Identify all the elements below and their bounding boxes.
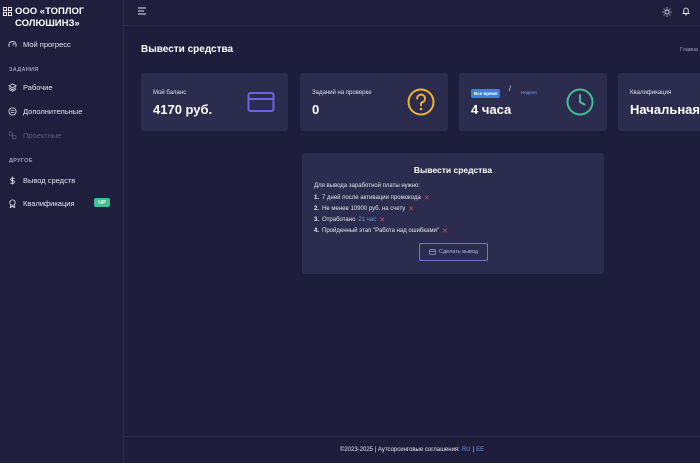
- sidebar-item-label: Мой прогресс: [23, 39, 71, 49]
- hours-value: 21 час: [358, 217, 377, 223]
- sidebar-item-qualification[interactable]: Квалификация: [8, 197, 75, 209]
- balance-value: 4170 руб.: [153, 102, 213, 117]
- time-value: 4 часа: [471, 102, 512, 117]
- requirement-number: 2.: [314, 206, 320, 212]
- x-icon: ✕: [408, 206, 415, 213]
- requirement-text: Отработано: [322, 217, 356, 223]
- project-icon: [8, 130, 17, 140]
- panel-intro: Для вывода заработной платы нужно:: [314, 183, 421, 189]
- breadcrumb[interactable]: Главна: [680, 47, 698, 53]
- requirement-text: Пройденный этап "Работа над ошибками": [322, 228, 440, 234]
- section-label-other: ДРУГОЕ: [9, 158, 33, 164]
- clock-icon: [566, 88, 594, 116]
- requirement-number: 4.: [314, 228, 320, 234]
- x-icon: ✕: [379, 217, 386, 224]
- dollar-icon: [10, 175, 15, 185]
- award-icon: [9, 198, 16, 208]
- grid-icon: [3, 7, 12, 16]
- x-icon: ✕: [442, 228, 448, 235]
- withdraw-button[interactable]: Сделать вывод: [419, 243, 488, 261]
- page-title: Вывести средства: [141, 44, 234, 55]
- section-label-tasks: ЗАДАНИЯ: [9, 67, 39, 73]
- requirement-number: 3.: [314, 217, 320, 223]
- sidebar-item-label: Проектные: [23, 130, 62, 140]
- requirement-item: 1. 7 дней после активации промокода ✕: [314, 194, 430, 202]
- time-card: Все время / Неделя 4 часа: [459, 73, 607, 131]
- sidebar-item-progress[interactable]: Мой прогресс: [8, 38, 71, 50]
- time-tab-all[interactable]: Все время: [471, 89, 501, 98]
- review-card: Заданий на проверке 0: [300, 73, 448, 131]
- balance-label: Мой баланс: [153, 90, 187, 96]
- question-icon: [407, 88, 435, 116]
- link-ee[interactable]: EE: [476, 447, 484, 453]
- bell-icon[interactable]: [681, 6, 691, 16]
- sidebar-item-extra[interactable]: Дополнительные: [8, 105, 82, 117]
- link-ru[interactable]: RU: [462, 447, 471, 453]
- up-badge: UP: [94, 198, 110, 207]
- footer-text: ©2023-2025 | Аутсорсинговые соглашения:: [339, 447, 460, 453]
- brand-line-2: СОЛЮШИНЗ»: [15, 18, 80, 29]
- brand[interactable]: ООО «ТОПЛОГ СОЛЮШИНЗ»: [0, 0, 123, 30]
- sidebar-item-label: Вывод средств: [23, 175, 76, 185]
- sidebar-item-label: Рабочие: [23, 82, 53, 92]
- sidebar-item-work[interactable]: Рабочие: [8, 81, 53, 93]
- credit-card-icon: [247, 92, 275, 112]
- sidebar-item-withdraw[interactable]: Вывод средств: [8, 174, 75, 186]
- review-label: Заданий на проверке: [312, 90, 372, 96]
- footer: ©2023-2025 | Аутсорсинговые соглашения: …: [124, 436, 700, 463]
- footer-separator: |: [472, 447, 475, 453]
- brand-line-1: ООО «ТОПЛОГ: [15, 6, 85, 17]
- requirement-number: 1.: [314, 195, 320, 201]
- list-icon: [8, 106, 17, 116]
- withdraw-panel: Вывести средства Для вывода заработной п…: [302, 153, 604, 274]
- wallet-icon: [429, 249, 436, 255]
- qualification-label: Квалификация: [630, 90, 672, 96]
- requirement-text: 7 дней после активации промокода: [322, 195, 421, 201]
- qualification-value: Начальная: [630, 102, 700, 117]
- hamburger-icon[interactable]: [137, 6, 147, 16]
- requirement-text: Не менее 10900 руб. на счету: [322, 206, 406, 212]
- topbar: [124, 0, 700, 26]
- sidebar-item-label: Дополнительные: [23, 106, 83, 116]
- sun-icon[interactable]: [662, 7, 672, 17]
- x-icon: ✕: [423, 195, 430, 202]
- requirement-item: 4. Пройденный этап "Работа над ошибками"…: [314, 227, 448, 235]
- gauge-icon: [8, 40, 17, 47]
- balance-card: Мой баланс 4170 руб.: [141, 73, 288, 131]
- requirement-item: 3. Отработано 21 час ✕: [314, 216, 385, 224]
- time-tab-separator: /: [509, 86, 511, 93]
- panel-title: Вывести средства: [413, 165, 493, 175]
- sidebar-item-label: Квалификация: [23, 198, 75, 208]
- review-value: 0: [312, 102, 320, 117]
- sidebar-item-projects[interactable]: Проектные: [8, 129, 61, 141]
- sidebar: ООО «ТОПЛОГ СОЛЮШИНЗ» Мой прогресс ЗАДАН…: [0, 0, 124, 463]
- qualification-card: Квалификация Начальная: [618, 73, 700, 131]
- requirement-item: 2. Не менее 10900 руб. на счету ✕: [314, 205, 414, 213]
- withdraw-button-label: Сделать вывод: [439, 249, 478, 255]
- layers-icon: [8, 82, 17, 92]
- time-tab-week[interactable]: Неделя: [521, 90, 537, 95]
